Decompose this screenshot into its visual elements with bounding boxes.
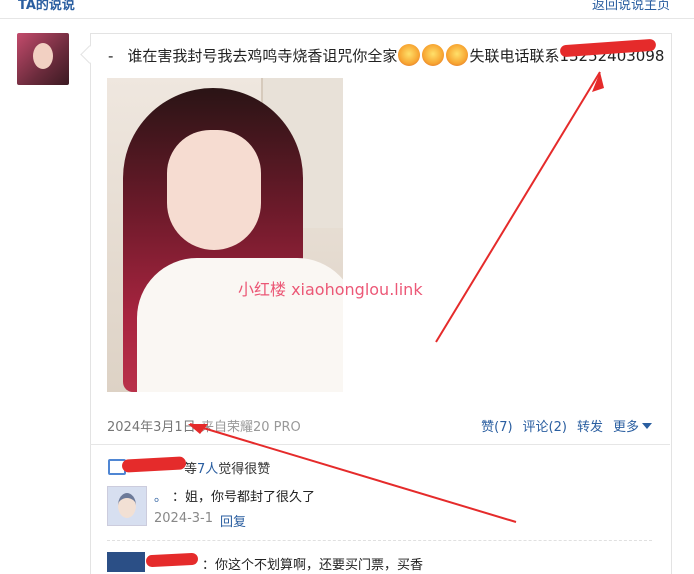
post-text-main: 谁在害我封号我去鸡鸣寺烧香诅咒你全家 — [127, 47, 398, 65]
post-dash: - — [108, 47, 114, 65]
divider — [90, 444, 670, 445]
section-title: TA的说说 — [18, 0, 75, 13]
like-button[interactable]: 赞(7) — [481, 416, 512, 435]
post-text-contact: 失联电话联系 — [469, 47, 560, 65]
post-source: 来自荣耀20 PRO — [201, 420, 301, 435]
more-label: 更多 — [612, 420, 639, 435]
post-actions: 赞(7) 评论(2) 转发 更多 — [481, 416, 652, 435]
fist-emoji-icon — [398, 44, 421, 66]
likes-count-link[interactable]: 7人 — [197, 462, 218, 477]
likes-suffix: 觉得很赞 — [218, 462, 271, 477]
post-date: 2024年3月1日 — [107, 420, 196, 435]
back-to-shuoshuo-link[interactable]: 返回说说主页 — [592, 0, 670, 13]
repost-button[interactable]: 转发 — [577, 416, 603, 435]
photo-face — [167, 130, 261, 250]
more-button[interactable]: 更多 — [613, 416, 652, 435]
comment-date: 2024-3-1 — [154, 511, 214, 526]
post-photo[interactable] — [107, 78, 343, 392]
fist-emoji-icon — [446, 44, 469, 66]
commenter-avatar[interactable] — [107, 486, 147, 526]
comment-button[interactable]: 评论(2) — [523, 416, 567, 435]
chevron-down-icon — [642, 423, 652, 429]
commenter-name[interactable]: 。 — [154, 486, 167, 505]
fist-emoji-icon — [422, 44, 445, 66]
poster-avatar[interactable] — [17, 33, 69, 85]
comment-text: ：你这个不划算啊，还要买门票，买香 — [202, 558, 424, 573]
comment-text: ：姐，你号都封了很久了 — [172, 490, 316, 505]
watermark-text: 小红楼 xiaohonglou.link — [238, 280, 423, 299]
comment-divider — [107, 540, 652, 541]
commenter-avatar[interactable] — [107, 552, 145, 572]
top-bar: TA的说说 返回说说主页 — [0, 0, 694, 19]
reply-button[interactable]: 回复 — [220, 511, 246, 530]
